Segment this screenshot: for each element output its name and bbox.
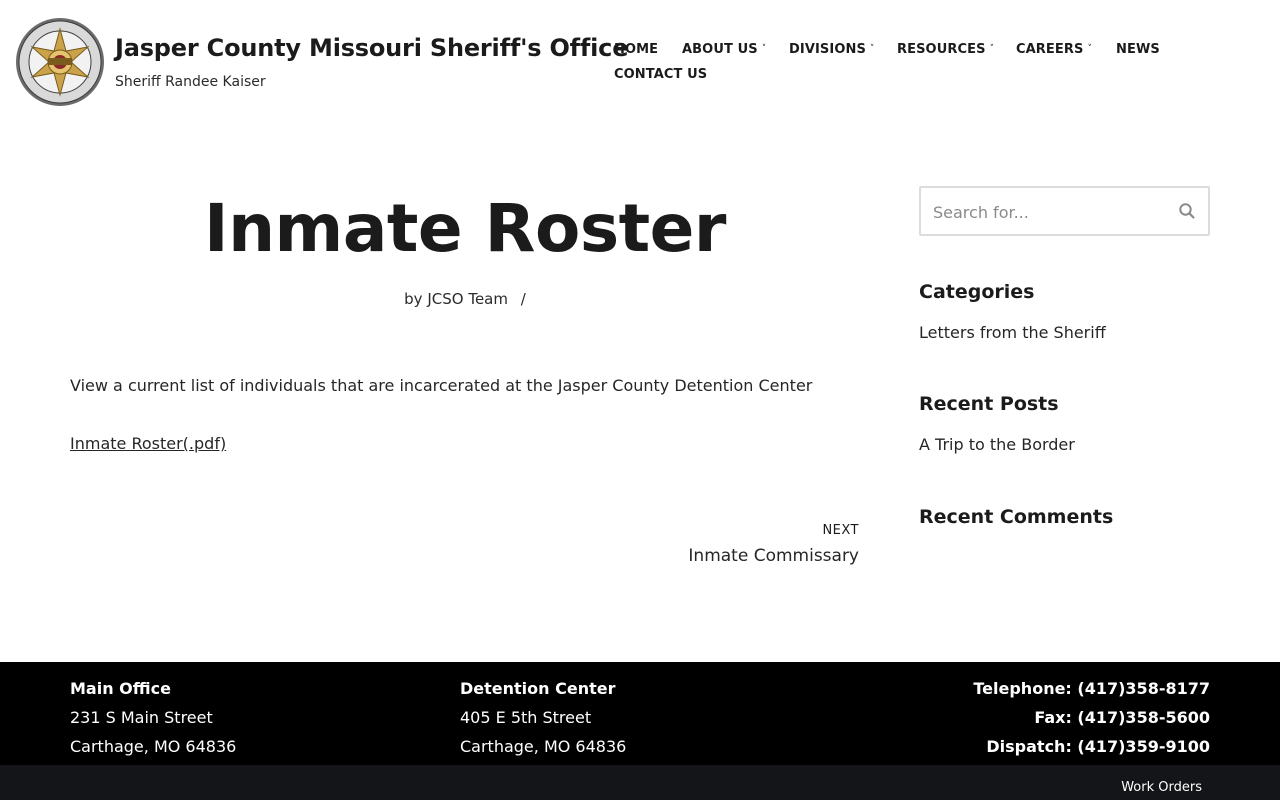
dispatch-number[interactable]: Dispatch: (417)359-9100 (973, 732, 1210, 761)
nav-label: DIVISIONS (789, 42, 866, 57)
nav-item-resources[interactable]: RESOURCES ˅ (897, 42, 994, 57)
detention-center-city: Carthage, MO 64836 (460, 737, 627, 756)
site-logo[interactable] (15, 17, 105, 107)
footer-main-office: Main Office 231 S Main Street Carthage, … (70, 674, 236, 761)
next-post-title: Inmate Commissary (688, 546, 859, 566)
sheriff-badge-icon (16, 18, 104, 106)
category-link[interactable]: Letters from the Sheriff (919, 323, 1106, 342)
main-office-heading: Main Office (70, 679, 171, 698)
site-title[interactable]: Jasper County Missouri Sheriff's Office (115, 34, 628, 62)
nav-item-divisions[interactable]: DIVISIONS ˅ (789, 42, 875, 57)
main-office-city: Carthage, MO 64836 (70, 737, 237, 756)
nav-label: RESOURCES (897, 42, 986, 57)
main-office-street: 231 S Main Street (70, 708, 213, 727)
work-orders-link[interactable]: Work Orders (1121, 780, 1202, 795)
nav-label: HOME (614, 42, 659, 57)
search-icon (1179, 203, 1195, 219)
nav-item-news[interactable]: NEWS (1116, 42, 1160, 57)
next-label: NEXT (822, 523, 859, 538)
site-header: Jasper County Missouri Sheriff's Office … (0, 0, 1280, 120)
footer-contacts: Telephone: (417)358-8177 Fax: (417)358-5… (973, 674, 1210, 761)
search-button[interactable] (1178, 202, 1196, 220)
detention-center-heading: Detention Center (460, 679, 616, 698)
footer-detention-center: Detention Center 405 E 5th Street Cartha… (460, 674, 626, 761)
inmate-roster-pdf-link[interactable]: Inmate Roster(.pdf) (70, 434, 226, 453)
footer-top: Main Office 231 S Main Street Carthage, … (0, 662, 1280, 765)
chevron-down-icon: ˅ (1087, 44, 1093, 54)
nav-label: CONTACT US (614, 67, 708, 82)
recent-comments-heading: Recent Comments (919, 506, 1114, 528)
post-meta: by JCSO Team / (70, 290, 860, 308)
post-body-text: View a current list of individuals that … (70, 376, 813, 395)
categories-heading: Categories (919, 281, 1035, 303)
nav-item-home[interactable]: HOME (614, 42, 658, 57)
recent-posts-heading: Recent Posts (919, 393, 1059, 415)
meta-separator: / (520, 290, 526, 308)
recent-post-link[interactable]: A Trip to the Border (919, 435, 1075, 454)
fax-number: Fax: (417)358-5600 (1034, 708, 1210, 727)
nav-label: CAREERS (1016, 42, 1084, 57)
page-title: Inmate Roster (204, 190, 726, 267)
nav-item-careers[interactable]: CAREERS ˅ (1016, 42, 1092, 57)
nav-item-contact-us[interactable]: CONTACT US (614, 67, 707, 82)
nav-label: NEWS (1116, 42, 1160, 57)
search-input[interactable] (933, 200, 1163, 224)
telephone-number[interactable]: Telephone: (417)358-8177 (973, 674, 1210, 703)
author-link[interactable]: JCSO Team (427, 290, 508, 308)
chevron-down-icon: ˅ (989, 44, 995, 54)
search-form (919, 186, 1210, 236)
nav-label: ABOUT US (682, 42, 758, 57)
site-tagline: Sheriff Randee Kaiser (115, 74, 266, 90)
nav-item-about-us[interactable]: ABOUT US ˅ (682, 42, 766, 57)
detention-center-street: 405 E 5th Street (460, 708, 592, 727)
chevron-down-icon: ˅ (869, 44, 875, 54)
meta-prefix: by (404, 290, 423, 308)
footer-bottom: Work Orders (0, 765, 1280, 800)
chevron-down-icon: ˅ (761, 44, 767, 54)
